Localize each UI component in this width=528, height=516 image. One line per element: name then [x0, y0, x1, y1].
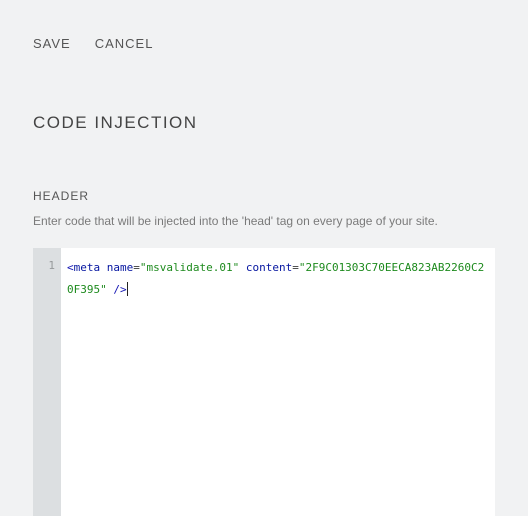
header-section-label: HEADER — [33, 189, 495, 203]
cancel-button[interactable]: CANCEL — [95, 36, 154, 51]
code-token-eq2: = — [292, 261, 299, 274]
header-code-editor[interactable]: 1 <meta name="msvalidate.01" content="2F… — [33, 248, 495, 516]
code-token-name-value: "msvalidate.01" — [140, 261, 239, 274]
code-token-attr-content: content — [246, 261, 292, 274]
editor-gutter: 1 — [33, 248, 61, 516]
editor-code-area[interactable]: <meta name="msvalidate.01" content="2F9C… — [61, 248, 495, 516]
save-button[interactable]: SAVE — [33, 36, 71, 51]
code-token-open-angle: < — [67, 261, 74, 274]
code-token-attr-name: name — [107, 261, 134, 274]
gutter-line-number: 1 — [33, 257, 61, 275]
code-token-tag: meta — [74, 261, 101, 274]
header-section-help: Enter code that will be injected into th… — [33, 213, 495, 230]
top-toolbar: SAVE CANCEL — [0, 0, 528, 51]
code-token-eq: = — [133, 261, 140, 274]
page-title: CODE INJECTION — [0, 51, 528, 133]
editor-cursor — [127, 282, 128, 296]
header-section: HEADER Enter code that will be injected … — [0, 133, 528, 230]
code-token-self-close: /> — [113, 283, 126, 296]
